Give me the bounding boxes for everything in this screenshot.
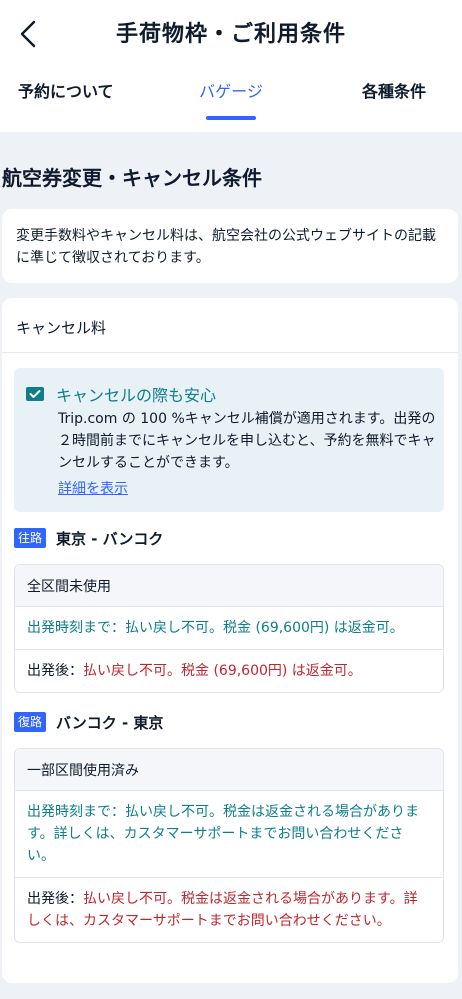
- page-title: 手荷物枠・ご利用条件: [115, 22, 346, 47]
- return-after-rule: 出発後：払い戻し不可。税金は返金される場合があります。詳しくは、カスタマーサポー…: [15, 878, 443, 942]
- outbound-badge: 往路: [14, 528, 47, 548]
- ticket-check-icon: [26, 386, 44, 405]
- promo-body: Trip.com の 100 %キャンセル補償が適用されます。出発の２時間前まで…: [58, 411, 436, 471]
- tab-conditions[interactable]: 各種条件: [362, 78, 426, 102]
- return-badge: 復路: [14, 712, 47, 732]
- after-label: 出発後：: [27, 891, 83, 907]
- divider: [2, 352, 458, 353]
- active-tab-indicator: [206, 116, 256, 120]
- after-text: 払い戻し不可。税金 (69,600円) は返金可。: [83, 663, 362, 679]
- promo-title: キャンセルの際も安心: [56, 386, 217, 405]
- outbound-after-rule: 出発後：払い戻し不可。税金 (69,600円) は返金可。: [15, 650, 443, 692]
- outbound-before-rule: 出発時刻まで：払い戻し不可。税金 (69,600円) は返金可。: [15, 607, 443, 650]
- fee-notice-text: 変更手数料やキャンセル料は、航空会社の公式ウェブサイトの記載に準じて徴収されてお…: [16, 228, 436, 266]
- outbound-route-row: 往路 東京 - バンコク: [14, 527, 163, 549]
- after-text: 払い戻し不可。税金は返金される場合があります。詳しくは、カスタマーサポートまでお…: [27, 891, 418, 929]
- return-status: 一部区間使用済み: [15, 749, 443, 791]
- outbound-status: 全区間未使用: [15, 565, 443, 607]
- app-header: 手荷物枠・ご利用条件 予約について バゲージ 各種条件: [0, 0, 462, 132]
- section-title: 航空券変更・キャンセル条件: [2, 166, 262, 190]
- before-label: 出発時刻まで：: [27, 620, 125, 636]
- fee-notice-card: 変更手数料やキャンセル料は、航空会社の公式ウェブサイトの記載に準じて徴収されてお…: [2, 209, 458, 283]
- show-details-link[interactable]: 詳細を表示: [58, 478, 128, 498]
- return-before-rule: 出発時刻まで：払い戻し不可。税金は返金される場合があります。詳しくは、カスタマー…: [15, 791, 443, 878]
- after-label: 出発後：: [27, 663, 83, 679]
- return-route: バンコク - 東京: [56, 713, 164, 732]
- before-text: 払い戻し不可。税金 (69,600円) は返金可。: [125, 620, 404, 636]
- cancellation-fees-card: キャンセル料 キャンセルの際も安心 Trip.com の 100 %キャンセル補…: [2, 298, 458, 983]
- cancellation-guarantee-banner: キャンセルの際も安心 Trip.com の 100 %キャンセル補償が適用されま…: [14, 368, 444, 512]
- return-route-row: 復路 バンコク - 東京: [14, 711, 163, 733]
- outbound-route: 東京 - バンコク: [56, 529, 164, 548]
- fees-header: キャンセル料: [16, 319, 107, 337]
- before-label: 出発時刻まで：: [27, 804, 125, 820]
- outbound-rules: 全区間未使用 出発時刻まで：払い戻し不可。税金 (69,600円) は返金可。 …: [14, 564, 444, 693]
- return-rules: 一部区間使用済み 出発時刻まで：払い戻し不可。税金は返金される場合があります。詳…: [14, 748, 444, 943]
